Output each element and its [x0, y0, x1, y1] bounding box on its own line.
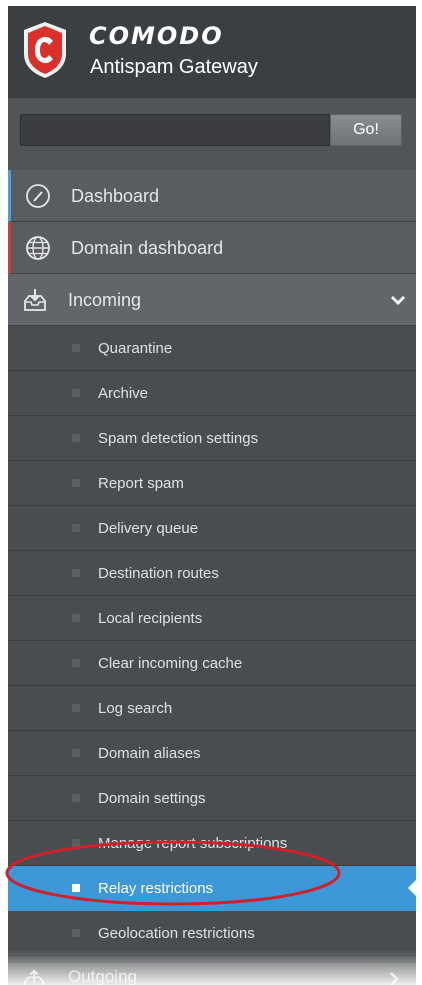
bullet-icon — [72, 569, 80, 577]
bullet-icon — [72, 884, 80, 892]
bullet-icon — [72, 524, 80, 532]
submenu-item-label: Relay restrictions — [98, 880, 214, 897]
nav-item-label: Domain dashboard — [71, 238, 224, 258]
bullet-icon — [72, 434, 80, 442]
sidebar: COMODO Antispam Gateway Go! Dashboard Do… — [8, 6, 416, 985]
submenu-item-label: Delivery queue — [98, 520, 199, 537]
brand-name: COMODO — [89, 22, 224, 50]
brand-subtitle: Antispam Gateway — [90, 56, 258, 78]
active-caret-icon — [408, 880, 416, 896]
incoming-submenu: Quarantine Archive Spam detection settings… — [8, 326, 416, 956]
bullet-icon — [72, 794, 80, 802]
chevron-right-icon[interactable] — [386, 971, 402, 985]
bullet-icon — [72, 839, 80, 847]
bullet-icon — [72, 659, 80, 667]
bullet-icon — [72, 749, 80, 757]
gauge-icon — [26, 184, 50, 208]
chevron-down-icon[interactable] — [390, 292, 406, 308]
nav-item-outgoing[interactable]: Outgoing — [8, 962, 416, 985]
submenu-item-label: Report spam — [98, 475, 184, 492]
comodo-logo — [24, 22, 66, 78]
submenu-item[interactable]: Spam detection settings — [8, 416, 416, 461]
globe-icon — [26, 236, 50, 260]
go-button[interactable]: Go! — [330, 114, 402, 146]
bullet-icon — [72, 479, 80, 487]
submenu-item-label: Log search — [98, 700, 173, 717]
submenu-item[interactable]: Log search — [8, 686, 416, 731]
submenu-item[interactable]: Local recipients — [8, 596, 416, 641]
submenu-item[interactable]: Delivery queue — [8, 506, 416, 551]
submenu-item-label: Local recipients — [98, 610, 203, 627]
submenu-item[interactable]: Quarantine — [8, 326, 416, 371]
nav-item-label: Outgoing — [68, 967, 137, 985]
submenu-item[interactable]: Manage report subscriptions — [8, 821, 416, 866]
search-bar: Go! — [8, 98, 416, 170]
submenu-item[interactable]: Domain aliases — [8, 731, 416, 776]
submenu-item-label: Domain settings — [98, 790, 206, 807]
nav-item-label: Dashboard — [71, 186, 160, 206]
bullet-icon — [72, 929, 80, 937]
submenu-item[interactable]: Relay restrictions — [8, 866, 416, 911]
submenu-item-label: Domain aliases — [98, 745, 201, 762]
submenu-item[interactable]: Archive — [8, 371, 416, 416]
nav-item-domain-dashboard[interactable]: Domain dashboard — [8, 222, 416, 274]
nav-item-incoming[interactable]: Incoming — [8, 274, 416, 326]
submenu-item-label: Spam detection settings — [98, 430, 259, 447]
outbox-upload-icon — [23, 969, 45, 985]
nav-item-label: Incoming — [68, 290, 142, 310]
submenu-item-label: Quarantine — [98, 340, 173, 357]
submenu-item-label: Destination routes — [98, 565, 219, 582]
submenu-item-label: Geolocation restrictions — [98, 925, 255, 942]
brand-header: COMODO Antispam Gateway — [8, 6, 416, 98]
inbox-download-icon — [24, 289, 46, 311]
submenu-item-label: Archive — [98, 385, 149, 402]
submenu-item[interactable]: Clear incoming cache — [8, 641, 416, 686]
bullet-icon — [72, 389, 80, 397]
bullet-icon — [72, 344, 80, 352]
submenu-item[interactable]: Report spam — [8, 461, 416, 506]
search-input[interactable] — [20, 114, 330, 146]
submenu-item[interactable]: Destination routes — [8, 551, 416, 596]
submenu-item[interactable]: Geolocation restrictions — [8, 911, 416, 956]
bullet-icon — [72, 614, 80, 622]
submenu-item-label: Manage report subscriptions — [98, 835, 288, 852]
nav-item-dashboard[interactable]: Dashboard — [8, 170, 416, 222]
submenu-item[interactable]: Domain settings — [8, 776, 416, 821]
submenu-item-label: Clear incoming cache — [98, 655, 243, 672]
bullet-icon — [72, 704, 80, 712]
